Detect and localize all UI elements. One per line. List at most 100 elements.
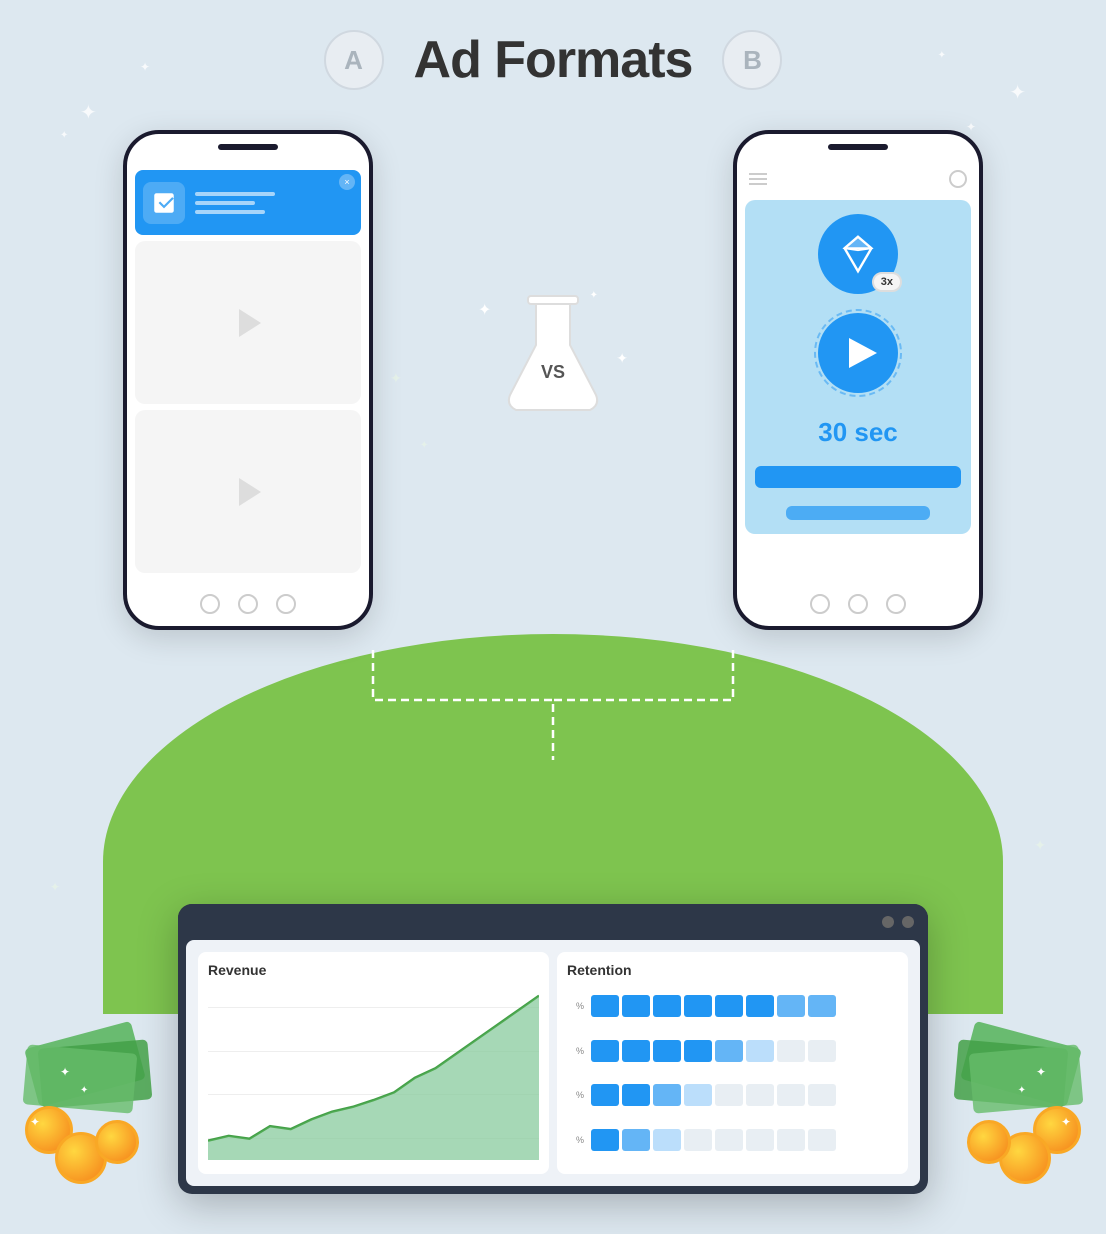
ret-cell [591, 1084, 619, 1106]
ret-cell [808, 995, 836, 1017]
video-circle-icon [813, 308, 903, 398]
vs-container: VS ✦ ✦ ✦ [498, 290, 608, 420]
ret-cell [808, 1084, 836, 1106]
banner-lines [195, 192, 275, 214]
ret-cell [653, 995, 681, 1017]
ret-row [591, 1031, 898, 1072]
banner-ad: × [135, 170, 361, 235]
phones-container: × [123, 130, 983, 630]
svg-text:VS: VS [541, 362, 565, 382]
star-icon: ✦ [1036, 1065, 1046, 1079]
header: A Ad Formats B [0, 30, 1106, 90]
banner-line [195, 192, 275, 196]
retention-title: Retention [567, 962, 898, 978]
content-card-2 [135, 410, 361, 573]
hamburger-icon [749, 173, 767, 185]
video-container [813, 308, 903, 403]
ret-cell [715, 1129, 743, 1151]
ret-row [591, 1075, 898, 1116]
multiplier-badge: 3x [872, 272, 902, 292]
dashboard-titlebar [178, 904, 928, 940]
ret-cell [746, 1084, 774, 1106]
play-icon [239, 478, 261, 506]
ret-cell [777, 1129, 805, 1151]
revenue-area-chart [208, 986, 539, 1160]
star-icon: ✦ [50, 880, 60, 894]
play-icon [239, 309, 261, 337]
phone-btn [810, 594, 830, 614]
ret-cell [653, 1084, 681, 1106]
bill [23, 1044, 138, 1113]
star-icon: ✦ [80, 100, 97, 125]
star-icon: ✦ [478, 300, 491, 320]
revenue-chart [208, 986, 539, 1160]
coin [95, 1120, 139, 1164]
star-icon: ✦ [1018, 1085, 1026, 1096]
ret-cell [591, 995, 619, 1017]
phone-b: 3x 30 sec [733, 130, 983, 630]
connector-lines [253, 640, 853, 770]
retention-panel: Retention % % [557, 952, 908, 1174]
phone-btn [886, 594, 906, 614]
star-icon: ✦ [616, 350, 628, 367]
phone-a: × [123, 130, 373, 630]
dashboard: Revenue R [178, 904, 928, 1194]
ret-cell [746, 1129, 774, 1151]
banner-line [195, 210, 265, 214]
diamond-icon [835, 231, 881, 277]
ret-cell [715, 995, 743, 1017]
ret-cell [684, 995, 712, 1017]
timer-text: 30 sec [818, 417, 898, 448]
ret-label: % [567, 1075, 587, 1116]
dot-icon [882, 916, 894, 928]
ret-cell [684, 1129, 712, 1151]
ret-label: % [567, 1031, 587, 1072]
circle-button [949, 170, 967, 188]
content-card-1 [135, 241, 361, 404]
phone-a-content: × [127, 162, 369, 581]
ret-row [591, 1120, 898, 1161]
badge-b: B [722, 30, 782, 90]
phone-b-top-bar [737, 162, 979, 196]
phone-btn [200, 594, 220, 614]
ret-cell [622, 1129, 650, 1151]
ret-cell [715, 1084, 743, 1106]
ret-cell [808, 1129, 836, 1151]
revenue-panel: Revenue [198, 952, 549, 1174]
star-icon: ✦ [60, 1065, 70, 1079]
ret-cell [746, 1040, 774, 1062]
star-icon: ✦ [1034, 837, 1046, 854]
ret-cell [777, 995, 805, 1017]
ad-bar [755, 466, 961, 488]
bill [969, 1044, 1084, 1113]
ret-cell [591, 1129, 619, 1151]
banner-line [195, 201, 255, 205]
ret-cell [622, 1084, 650, 1106]
ret-label: % [567, 986, 587, 1027]
phone-b-content: 3x 30 sec [737, 162, 979, 581]
ret-cell [715, 1040, 743, 1062]
ret-cell [684, 1084, 712, 1106]
ret-row [591, 986, 898, 1027]
star-icon: ✦ [60, 130, 68, 141]
ret-cell [591, 1040, 619, 1062]
dashboard-content: Revenue R [186, 940, 920, 1186]
ret-cell [653, 1129, 681, 1151]
retention-grid: % % [567, 986, 898, 1160]
page-title: Ad Formats [414, 30, 693, 90]
dot-icon [902, 916, 914, 928]
close-icon: × [339, 174, 355, 190]
ret-cell [622, 1040, 650, 1062]
ret-cell [653, 1040, 681, 1062]
ret-label: % [567, 1120, 587, 1161]
phone-a-bottom [200, 594, 296, 614]
phone-btn [848, 594, 868, 614]
banner-icon [143, 182, 185, 224]
star-icon: ✦ [30, 1115, 40, 1129]
badge-a: A [324, 30, 384, 90]
beaker-icon: VS [498, 290, 608, 420]
ret-cell [777, 1040, 805, 1062]
ret-cell [808, 1040, 836, 1062]
ret-cell [622, 995, 650, 1017]
star-icon: ✦ [1061, 1115, 1071, 1129]
